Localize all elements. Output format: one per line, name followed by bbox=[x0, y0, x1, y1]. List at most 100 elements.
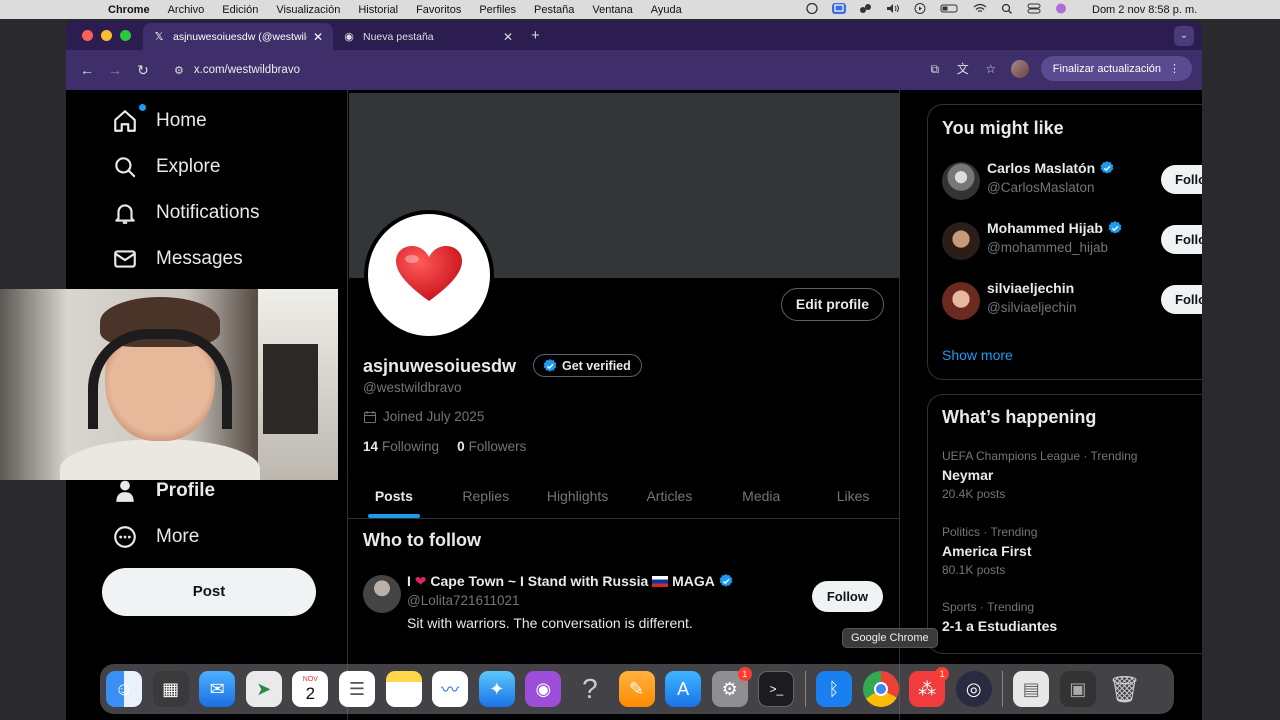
suggested-user-name[interactable]: I ❤ Cape Town ~ I Stand with Russia MAGA bbox=[407, 573, 734, 590]
play-icon[interactable] bbox=[913, 3, 927, 14]
follow-button[interactable]: Follo bbox=[1161, 285, 1202, 314]
chrome-profile-avatar[interactable] bbox=[1010, 59, 1029, 78]
minimize-window-button[interactable] bbox=[101, 30, 112, 41]
zoom-window-button[interactable] bbox=[120, 30, 131, 41]
follow-button[interactable]: Follow bbox=[811, 581, 883, 612]
display-icon[interactable] bbox=[832, 3, 846, 14]
suggestion-row[interactable]: silviaeljechin @silviaeljechin Follo bbox=[942, 280, 1202, 328]
profile-avatar[interactable] bbox=[364, 210, 494, 340]
suggestion-name[interactable]: silviaeljechin bbox=[987, 280, 1074, 296]
trend-item[interactable]: UEFA Champions League · Trending Neymar … bbox=[942, 449, 1202, 501]
tab-new-tab[interactable]: ◉ Nueva pestaña ✕ bbox=[333, 23, 523, 50]
freeform-icon[interactable]: 〰 bbox=[432, 671, 469, 707]
suggestion-name[interactable]: Mohammed Hijab bbox=[987, 220, 1123, 236]
bluetooth-icon[interactable]: ᛒ bbox=[815, 671, 852, 707]
screenshot-stack-icon[interactable]: ▣ bbox=[1059, 671, 1096, 707]
nav-more[interactable]: More bbox=[112, 522, 199, 552]
menubar-clock[interactable]: Dom 2 nov 8:58 p. m. bbox=[1092, 4, 1197, 16]
nav-home[interactable]: Home bbox=[112, 104, 207, 136]
forward-icon[interactable]: → bbox=[104, 62, 126, 78]
menu-archivo[interactable]: Archivo bbox=[168, 4, 205, 16]
obs-icon[interactable]: ◎ bbox=[955, 671, 992, 707]
suggestion-row[interactable]: Carlos Maslatón @CarlosMaslaton Follo bbox=[942, 160, 1202, 208]
follow-button[interactable]: Follo bbox=[1161, 225, 1202, 254]
tab-media[interactable]: Media bbox=[715, 473, 807, 518]
menu-visualizacion[interactable]: Visualización bbox=[276, 4, 340, 16]
tab-highlights[interactable]: Highlights bbox=[532, 473, 624, 518]
site-info-icon[interactable]: ⚙ bbox=[174, 64, 184, 77]
avatar[interactable] bbox=[942, 162, 980, 200]
nav-messages[interactable]: Messages bbox=[112, 244, 243, 274]
get-verified-button[interactable]: Get verified bbox=[533, 354, 642, 377]
volume-icon[interactable] bbox=[886, 3, 900, 14]
calendar-icon[interactable]: NOV 2 bbox=[292, 671, 329, 707]
app-store-icon[interactable]: A bbox=[665, 671, 702, 707]
trend-item[interactable]: Sports · Trending 2-1 a Estudiantes bbox=[942, 600, 1202, 634]
trash-icon[interactable]: 🗑 bbox=[1106, 671, 1142, 707]
siri-icon[interactable] bbox=[1054, 3, 1068, 14]
menu-ventana[interactable]: Ventana bbox=[592, 4, 632, 16]
menu-edicion[interactable]: Edición bbox=[222, 4, 258, 16]
spotlight-icon[interactable] bbox=[1000, 3, 1014, 14]
asana-icon[interactable]: ⁂ 1 bbox=[909, 667, 950, 707]
who-to-follow-row[interactable]: I ❤ Cape Town ~ I Stand with Russia MAGA… bbox=[363, 573, 883, 643]
follow-button[interactable]: Follo bbox=[1161, 165, 1202, 194]
terminal-icon[interactable]: >_ bbox=[758, 671, 795, 707]
show-more-link[interactable]: Show more bbox=[942, 347, 1013, 363]
avatar[interactable] bbox=[942, 282, 980, 320]
notes-icon[interactable] bbox=[385, 671, 422, 707]
menu-perfiles[interactable]: Perfiles bbox=[479, 4, 516, 16]
back-icon[interactable]: ← bbox=[76, 62, 98, 78]
control-center-icon[interactable] bbox=[1027, 3, 1041, 14]
following-link[interactable]: 14 Following bbox=[363, 439, 439, 454]
wifi-icon[interactable] bbox=[973, 3, 987, 14]
suggestion-row[interactable]: Mohammed Hijab @mohammed_hijab Follo bbox=[942, 220, 1202, 268]
safari-icon[interactable]: ✦ bbox=[478, 671, 515, 707]
menu-pestana[interactable]: Pestaña bbox=[534, 4, 574, 16]
menu-historial[interactable]: Historial bbox=[358, 4, 398, 16]
menu-favoritos[interactable]: Favoritos bbox=[416, 4, 461, 16]
mail-icon[interactable]: ✉ bbox=[199, 671, 236, 707]
post-button[interactable]: Post bbox=[102, 568, 316, 616]
avatar[interactable] bbox=[363, 575, 401, 613]
tab-search-icon[interactable]: ⌄ bbox=[1174, 26, 1194, 46]
screen-record-icon[interactable] bbox=[805, 2, 819, 15]
document-icon[interactable]: ▤ bbox=[1013, 671, 1050, 707]
suggestion-name[interactable]: Carlos Maslatón bbox=[987, 160, 1115, 176]
tab-likes[interactable]: Likes bbox=[807, 473, 899, 518]
nav-notifications[interactable]: Notifications bbox=[112, 198, 260, 228]
nav-profile[interactable]: Profile bbox=[112, 476, 215, 506]
reminders-icon[interactable]: ☰ bbox=[338, 671, 375, 707]
edit-profile-button[interactable]: Edit profile bbox=[780, 288, 884, 321]
tab-replies[interactable]: Replies bbox=[440, 473, 532, 518]
maps-icon[interactable]: ➤ bbox=[245, 671, 282, 707]
tab-x-profile[interactable]: 𝕏 asjnuwesoiuesdw (@westwilde ✕ bbox=[143, 23, 333, 50]
help-icon[interactable]: ? bbox=[572, 671, 608, 707]
followers-link[interactable]: 0 Followers bbox=[457, 439, 526, 454]
install-app-icon[interactable]: ⧉ bbox=[927, 61, 943, 77]
translate-icon[interactable]: 文 bbox=[955, 61, 971, 77]
menu-app-chrome[interactable]: Chrome bbox=[108, 4, 150, 16]
creative-cloud-icon[interactable] bbox=[859, 3, 873, 14]
battery-icon[interactable] bbox=[940, 3, 960, 14]
close-tab-icon[interactable]: ✕ bbox=[313, 30, 323, 44]
pages-icon[interactable]: ✎ bbox=[618, 671, 655, 707]
avatar[interactable] bbox=[942, 222, 980, 260]
launchpad-icon[interactable]: ▦ bbox=[152, 671, 189, 707]
reload-icon[interactable]: ↻ bbox=[132, 62, 154, 79]
nav-explore[interactable]: Explore bbox=[112, 152, 220, 182]
podcasts-icon[interactable]: ◉ bbox=[525, 671, 562, 707]
close-window-button[interactable] bbox=[82, 30, 93, 41]
system-settings-icon[interactable]: ⚙ 1 bbox=[711, 667, 752, 707]
address-bar[interactable]: ⚙ x.com/westwildbravo bbox=[166, 56, 926, 84]
trend-item[interactable]: Politics · Trending America First 80.1K … bbox=[942, 525, 1202, 577]
tab-articles[interactable]: Articles bbox=[623, 473, 715, 518]
menu-ayuda[interactable]: Ayuda bbox=[651, 4, 682, 16]
google-chrome-icon[interactable] bbox=[862, 671, 899, 707]
finish-update-button[interactable]: Finalizar actualización ⋮ bbox=[1040, 56, 1192, 81]
close-tab-icon[interactable]: ✕ bbox=[503, 30, 513, 44]
new-tab-button[interactable]: + bbox=[531, 27, 540, 44]
finder-icon[interactable]: ☺ bbox=[106, 671, 142, 707]
bookmark-star-icon[interactable]: ☆ bbox=[983, 61, 999, 77]
tab-posts[interactable]: Posts bbox=[348, 473, 440, 518]
